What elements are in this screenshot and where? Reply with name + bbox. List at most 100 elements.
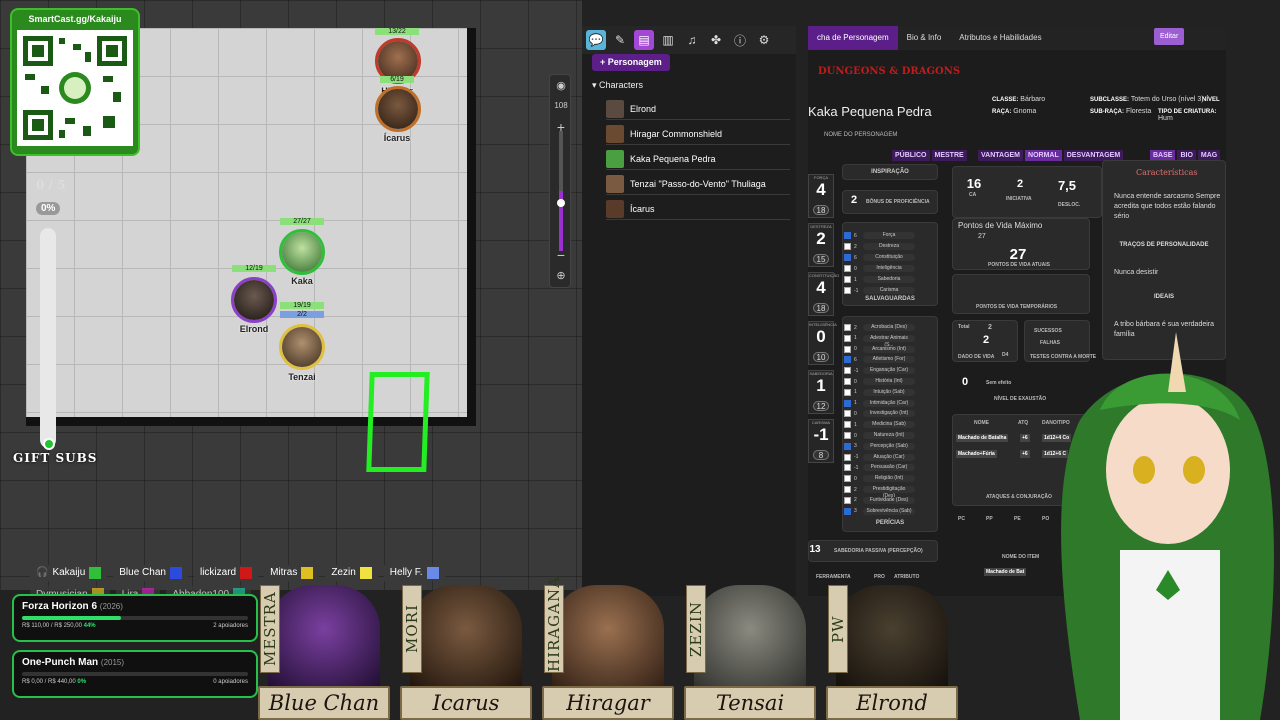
drawn-rectangle[interactable] [366, 372, 430, 472]
stat-intelligence[interactable]: INTELIGÊNCIA 0 10 [808, 321, 837, 365]
save-row[interactable]: 0 Inteligência [844, 265, 915, 272]
currency-ep[interactable]: PE [1014, 516, 1021, 522]
skill-checkbox[interactable] [844, 324, 851, 331]
skill-row[interactable]: -1 Enganação (Car) [844, 367, 915, 375]
character-item[interactable]: Hiragar Commonshield [606, 123, 790, 145]
skill-checkbox[interactable] [844, 432, 851, 439]
attack-name[interactable]: Machado de Batalha [956, 434, 1009, 442]
skill-row[interactable]: 2 Furtividade (Des) [844, 496, 915, 504]
add-character-button[interactable]: + Personagem [592, 54, 670, 71]
initiative-value[interactable]: 2 [1006, 178, 1034, 190]
compendium-icon[interactable]: ▥ [658, 30, 678, 50]
skill-row[interactable]: 1 Intimidação (Car) [844, 399, 915, 407]
recenter-icon[interactable]: ⊕ [550, 269, 572, 282]
hp-current[interactable]: 27 [998, 246, 1038, 263]
ideals-text[interactable]: Nunca desistir [1114, 268, 1222, 278]
save-checkbox[interactable] [844, 232, 851, 239]
toggle-normal[interactable]: NORMAL [1025, 150, 1062, 161]
skill-checkbox[interactable] [844, 334, 851, 342]
gear-icon[interactable]: ⚙ [754, 30, 774, 50]
skill-row[interactable]: 0 Natureza (Int) [844, 432, 915, 439]
tab-sheet[interactable]: cha de Personagem [808, 26, 898, 50]
skill-row[interactable]: 3 Percepção (Sab) [844, 442, 915, 450]
token-kaka[interactable] [279, 229, 325, 275]
hit-dice-value[interactable]: 2 [976, 334, 996, 346]
save-row[interactable]: 6 Constituição [844, 254, 915, 261]
skill-row[interactable]: 1 Adestrar Animais (S... [844, 334, 915, 348]
stat-dexterity[interactable]: DESTREZA 2 15 [808, 223, 834, 267]
collection-icon[interactable]: ✤ [706, 30, 726, 50]
attack-bonus[interactable]: +6 [1020, 434, 1030, 442]
skill-checkbox[interactable] [844, 486, 851, 493]
chat-icon[interactable]: 💬 [586, 30, 606, 50]
skill-checkbox[interactable] [844, 356, 851, 364]
skill-row[interactable]: 2 Prestidigitação (Des) [844, 486, 915, 499]
skill-checkbox[interactable] [844, 496, 851, 504]
skill-checkbox[interactable] [844, 410, 851, 418]
edit-button[interactable]: Editar [1154, 28, 1185, 45]
token-icarus[interactable] [375, 86, 421, 132]
zoom-knob[interactable] [557, 199, 565, 207]
save-checkbox[interactable] [844, 254, 851, 261]
skill-row[interactable]: -1 Persuasão (Car) [844, 464, 915, 472]
currency-sp[interactable]: PP [986, 516, 993, 522]
skill-checkbox[interactable] [844, 345, 851, 353]
skill-row[interactable]: 0 Investigação (Int) [844, 410, 915, 418]
skill-row[interactable]: -1 Atuação (Car) [844, 453, 915, 461]
skill-checkbox[interactable] [844, 453, 851, 461]
eye-icon[interactable]: ◉ [550, 79, 572, 92]
save-checkbox[interactable] [844, 276, 851, 283]
attack-bonus[interactable]: +6 [1020, 450, 1030, 458]
save-checkbox[interactable] [844, 265, 851, 272]
skill-row[interactable]: 3 Sobrevivência (Sab) [844, 507, 915, 515]
zoom-control[interactable]: ◉ 108 + − ⊕ [549, 74, 571, 288]
item-row[interactable]: Machado de Bat [984, 568, 1027, 576]
zoom-out-button[interactable]: − [550, 247, 572, 263]
skill-checkbox[interactable] [844, 388, 851, 396]
traits-text[interactable]: Nunca entende sarcasmo Sempre acredita q… [1114, 192, 1222, 222]
stat-constitution[interactable]: CONSTITUIÇÃO 4 18 [808, 272, 839, 316]
jukebox-icon[interactable]: ♫ [682, 30, 702, 50]
stat-charisma[interactable]: CARISMA -1 8 [808, 419, 834, 463]
skill-row[interactable]: 1 Intuição (Sab) [844, 388, 915, 396]
toggle-master[interactable]: MESTRE [931, 150, 967, 161]
skill-row[interactable]: 0 História (Int) [844, 378, 915, 385]
skill-row[interactable]: 2 Acrobacia (Des) [844, 324, 915, 331]
skill-checkbox[interactable] [844, 464, 851, 472]
save-checkbox[interactable] [844, 243, 851, 250]
info-icon[interactable]: ⓘ [730, 30, 750, 50]
save-row[interactable]: 1 Sabedoria [844, 276, 915, 283]
toggle-public[interactable]: PÚBLICO [892, 150, 930, 161]
save-row[interactable]: -1 Carisma [844, 287, 915, 294]
attack-name[interactable]: Machado+Fúria [956, 450, 997, 458]
character-item[interactable]: Kaka Pequena Pedra [606, 148, 790, 170]
skill-row[interactable]: 1 Medicina (Sab) [844, 421, 915, 429]
token-elrond[interactable] [231, 277, 277, 323]
ac-value[interactable]: 16 [960, 176, 988, 191]
skill-row[interactable]: 0 Religião (Int) [844, 475, 915, 483]
save-row[interactable]: 6 Força [844, 232, 915, 239]
character-item[interactable]: Tenzai "Passo-do-Vento" Thuliaga [606, 173, 790, 195]
skill-row[interactable]: 0 Arcanismo (Int) [844, 345, 915, 353]
character-item[interactable]: Elrond [606, 98, 790, 120]
folder-characters[interactable]: ▾ Characters [592, 80, 643, 91]
hp-max-value[interactable]: 27 [978, 232, 986, 242]
stat-wisdom[interactable]: SABEDORIA 1 12 [808, 370, 834, 414]
exhaustion-value[interactable]: 0 [958, 376, 972, 388]
art-icon[interactable]: ✎ [610, 30, 630, 50]
skill-checkbox[interactable] [844, 399, 851, 407]
tab-bio[interactable]: Bio & Info [898, 26, 951, 50]
save-checkbox[interactable] [844, 287, 851, 294]
speed-value[interactable]: 7,5 [1052, 178, 1082, 193]
skill-checkbox[interactable] [844, 475, 851, 483]
stat-strength[interactable]: FORÇA 4 18 [808, 174, 834, 218]
skill-checkbox[interactable] [844, 367, 851, 375]
currency-cp[interactable]: PC [958, 516, 965, 522]
character-item[interactable]: Ícarus [606, 198, 790, 220]
journal-icon[interactable]: ▤ [634, 30, 654, 50]
skill-row[interactable]: 6 Atletismo (For) [844, 356, 915, 364]
save-row[interactable]: 2 Destreza [844, 243, 915, 250]
token-tenzai[interactable] [279, 324, 325, 370]
toggle-advantage[interactable]: VANTAGEM [978, 150, 1024, 161]
skill-checkbox[interactable] [844, 442, 851, 450]
